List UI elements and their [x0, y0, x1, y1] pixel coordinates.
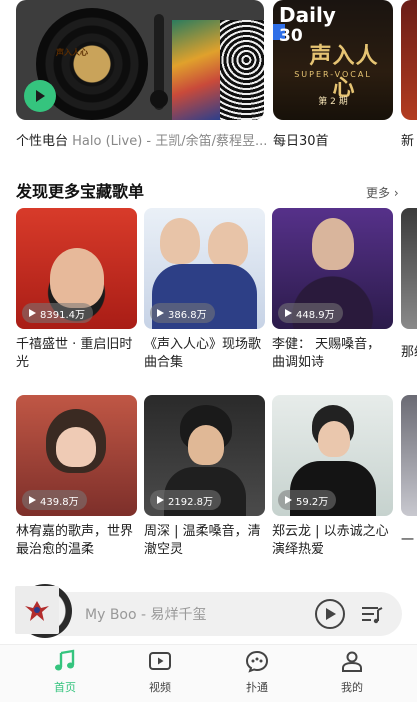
play-count: 448.9万 [296, 309, 335, 321]
play-count-icon [157, 309, 164, 317]
mini-play-button[interactable] [315, 599, 345, 629]
playlist-cover: 439.8万 [16, 395, 137, 516]
play-count-icon [29, 309, 36, 317]
play-count-icon [157, 496, 164, 504]
playlist-card[interactable]: 439.8万 林宥嘉的歌声，世界最治愈的温柔 [16, 395, 137, 559]
play-count-badge: 386.8万 [150, 303, 215, 323]
more-link[interactable]: 更多 › [366, 184, 399, 201]
playlist-cover: 2192.8万 [144, 395, 265, 516]
daily-tag: Daily [279, 3, 336, 27]
playlist-title: 郑云龙 | 以赤诚之心演绎热爱 [272, 524, 389, 557]
playlist-card[interactable]: 8391.4万 千禧盛世 · 重启旧时光 [16, 208, 137, 372]
user-icon [342, 651, 362, 672]
playlist-card[interactable]: 386.8万 《声入人心》现场歌曲合集 [144, 208, 265, 372]
personal-radio-card[interactable]: 声入人心 [16, 0, 264, 120]
play-count: 8391.4万 [40, 309, 85, 321]
playlist-card-peek[interactable] [401, 395, 417, 516]
radio-caption-title: 个性电台 [16, 134, 69, 149]
playlist-title: 《声入人心》现场歌曲合集 [144, 337, 262, 370]
peek-caption[interactable]: 新 [401, 130, 417, 149]
playlist-cover: 59.2万 [272, 395, 393, 516]
cover-face [56, 427, 96, 467]
cover-figure [50, 248, 104, 308]
play-icon [36, 90, 45, 102]
nav-tab-putong[interactable]: 扑通 [227, 649, 287, 695]
vinyl-label-text: 声入人心 [56, 48, 88, 57]
next-card-peek[interactable] [401, 0, 417, 120]
playlist-title: 周深 | 温柔嗓音，清澈空灵 [144, 524, 261, 557]
play-count-icon [285, 309, 292, 317]
video-icon [149, 652, 171, 670]
playlist-cover: 448.9万 [272, 208, 393, 329]
play-count-badge: 2192.8万 [150, 490, 221, 510]
playlist-cover: 386.8万 [144, 208, 265, 329]
radio-cover-art-1 [172, 20, 220, 120]
play-count: 386.8万 [168, 309, 207, 321]
more-link-label: 更多 [366, 186, 391, 200]
daily-30-card[interactable]: Daily 30 声入人心 SUPER-VOCAL 第 2 期 [273, 0, 393, 120]
play-count-badge: 8391.4万 [22, 303, 93, 323]
radio-play-button[interactable] [24, 80, 56, 112]
playlist-card[interactable]: 59.2万 郑云龙 | 以赤诚之心演绎热爱 [272, 395, 393, 559]
playlist-card-peek[interactable] [401, 208, 417, 329]
now-playing-title[interactable]: My Boo - 易烊千玺 [85, 604, 207, 624]
play-icon [326, 608, 336, 620]
playlist-queue-icon[interactable] [361, 603, 383, 625]
daily-cover-episode: 第 2 期 [318, 97, 348, 107]
top-recommendation-row: 声入人心 Daily 30 声入人心 SUPER-VOCAL 第 2 期 个性电… [0, 0, 417, 150]
playlist-card[interactable]: 448.9万 李健： 天赐嗓音，曲调如诗 [272, 208, 393, 372]
music-note-icon [55, 649, 75, 671]
nav-tab-video[interactable]: 视频 [130, 649, 190, 695]
nav-label: 扑通 [246, 681, 268, 694]
play-count-badge: 439.8万 [22, 490, 87, 510]
radio-cover-stack [172, 20, 264, 120]
play-count: 439.8万 [40, 496, 79, 508]
play-count-badge: 59.2万 [278, 490, 337, 510]
chat-bubble-icon [245, 650, 269, 673]
nav-label: 视频 [149, 681, 171, 694]
play-count: 2192.8万 [168, 496, 213, 508]
cover-figure [208, 222, 248, 268]
playlist-cover: 8391.4万 [16, 208, 137, 329]
play-count-icon [285, 496, 292, 504]
playlist-title-peek: 一 [401, 533, 415, 548]
bird-icon [25, 601, 49, 621]
mini-player-cover[interactable] [15, 586, 59, 634]
daily-caption[interactable]: 每日30首 [273, 130, 393, 149]
playlist-title-peek: 那级 [401, 345, 417, 360]
section-title: 发现更多宝藏歌单 [16, 182, 145, 201]
daily-cover-subtitle: SUPER-VOCAL [294, 70, 372, 79]
cover-figure [160, 218, 200, 264]
cover-face [318, 421, 350, 457]
nav-label: 我的 [341, 681, 363, 694]
chevron-right-icon: › [393, 186, 399, 200]
radio-caption[interactable]: 个性电台 Halo (Live) - 王凯/余笛/蔡程昱... [16, 130, 266, 149]
radio-cover-art-2 [220, 20, 264, 120]
play-count-badge: 448.9万 [278, 303, 343, 323]
nav-label: 首页 [54, 681, 76, 694]
cover-face [188, 425, 224, 465]
nav-tab-home[interactable]: 首页 [35, 649, 95, 695]
playlist-title: 李健： 天赐嗓音，曲调如诗 [272, 337, 381, 370]
nav-tab-mine[interactable]: 我的 [322, 649, 382, 695]
cover-figure [312, 218, 354, 270]
playlist-title: 林宥嘉的歌声，世界最治愈的温柔 [16, 524, 134, 557]
playlist-title: 千禧盛世 · 重启旧时光 [16, 337, 133, 370]
bottom-nav: 首页 视频 扑通 我的 [0, 644, 417, 702]
play-count-icon [29, 496, 36, 504]
radio-caption-song: Halo (Live) - 王凯/余笛/蔡程昱... [72, 134, 266, 149]
play-count: 59.2万 [296, 496, 329, 508]
tonearm-head-icon [150, 90, 168, 108]
playlist-card[interactable]: 2192.8万 周深 | 温柔嗓音，清澈空灵 [144, 395, 265, 559]
